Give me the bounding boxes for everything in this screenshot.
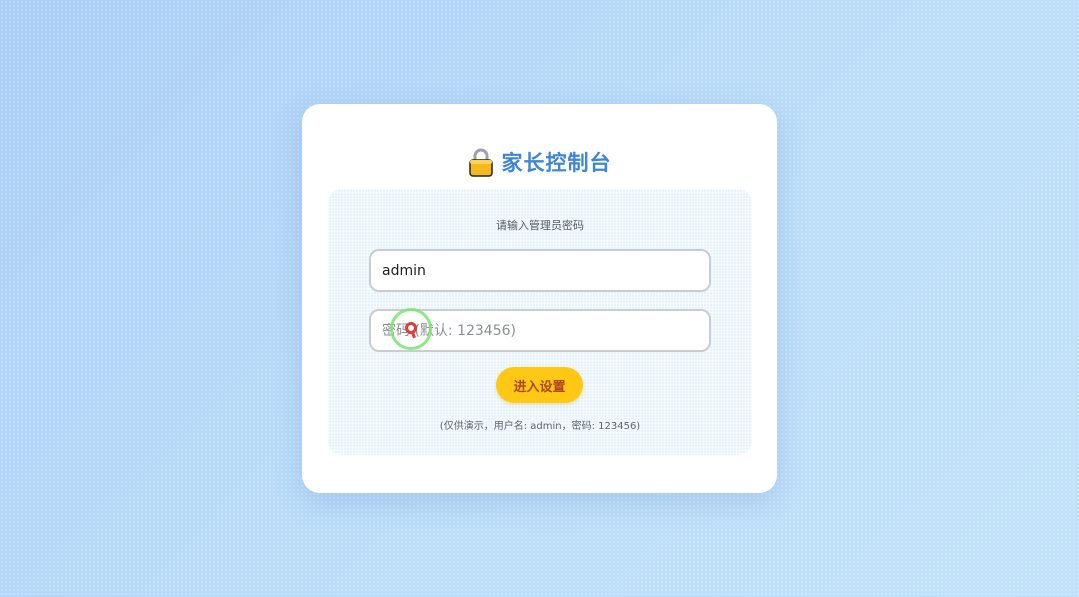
- login-prompt: 请输入管理员密码: [496, 219, 584, 232]
- title-row: 家长控制台: [302, 142, 777, 182]
- username-field[interactable]: [369, 249, 711, 292]
- enter-settings-button[interactable]: 进入设置: [496, 367, 583, 403]
- lock-icon: [468, 147, 494, 177]
- login-panel: 请输入管理员密码 进入设置 (仅供演示，用户名: admin，密码: 12345…: [328, 189, 752, 455]
- page-title: 家长控制台: [501, 151, 612, 175]
- login-card: 家长控制台 请输入管理员密码 进入设置 (仅供演示，用户名: admin，密码:…: [302, 104, 777, 493]
- demo-credentials-hint: (仅供演示，用户名: admin，密码: 123456): [439, 421, 641, 432]
- password-field[interactable]: [369, 309, 711, 352]
